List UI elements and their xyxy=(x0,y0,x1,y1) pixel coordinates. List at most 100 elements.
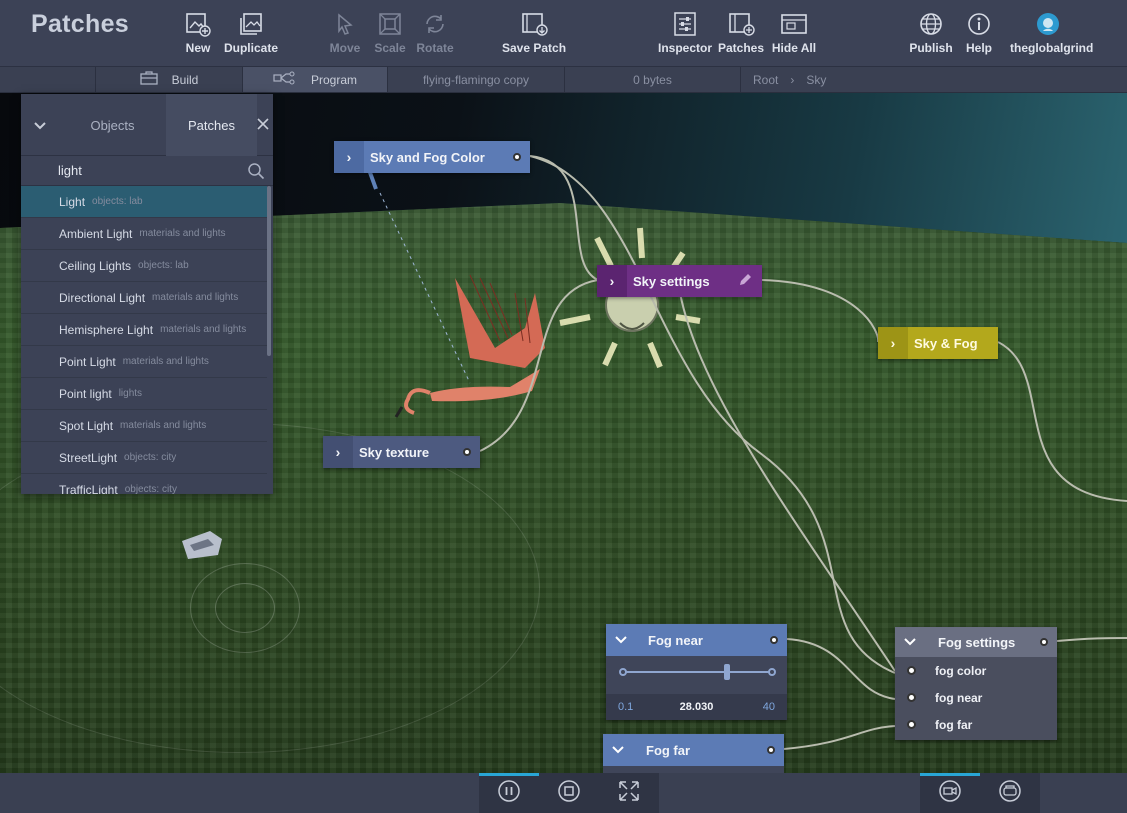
project-size: 0 bytes xyxy=(564,67,740,92)
output-port[interactable] xyxy=(1040,638,1048,646)
save-patch-button[interactable]: Save Patch xyxy=(502,10,566,55)
chevron-down-icon[interactable] xyxy=(603,746,633,754)
help-button[interactable]: Help xyxy=(947,10,1011,55)
fullscreen-button[interactable] xyxy=(599,773,659,813)
list-item-category: materials and lights xyxy=(152,292,239,303)
list-item[interactable]: Spot Light materials and lights xyxy=(21,410,267,442)
input-label: fog near xyxy=(935,690,983,705)
input-port[interactable] xyxy=(907,666,916,675)
list-item-category: materials and lights xyxy=(122,356,209,367)
node-title: Sky settings xyxy=(633,273,710,289)
tab-build-label: Build xyxy=(171,72,199,87)
list-item[interactable]: TrafficLight objects: city xyxy=(21,474,267,495)
tab-objects[interactable]: Objects xyxy=(59,94,166,156)
hide-all-icon xyxy=(762,10,826,38)
tab-build[interactable]: Build xyxy=(95,67,242,92)
list-item-name: Point Light xyxy=(59,354,116,369)
output-port[interactable] xyxy=(513,153,521,161)
tab-patches[interactable]: Patches xyxy=(166,94,257,156)
list-item[interactable]: Point light lights xyxy=(21,378,267,410)
node-fog-far[interactable]: Fog far xyxy=(603,734,784,766)
list-item[interactable]: StreetLight objects: city xyxy=(21,442,267,474)
input-fog-near[interactable]: fog near xyxy=(895,684,1057,711)
camera-view-button[interactable] xyxy=(920,773,980,813)
playback-controls xyxy=(479,773,659,813)
node-sky-settings[interactable]: › Sky settings xyxy=(597,265,762,297)
list-item-category: objects: city xyxy=(124,452,177,463)
output-port[interactable] xyxy=(463,448,471,456)
input-port[interactable] xyxy=(907,720,916,729)
list-item-name: Point light xyxy=(59,386,112,401)
stop-icon xyxy=(557,779,581,808)
breadcrumb-root[interactable]: Root xyxy=(753,73,778,87)
rotate-label: Rotate xyxy=(416,41,454,55)
list-item[interactable]: Ambient Light materials and lights xyxy=(21,218,267,250)
input-fog-color[interactable]: fog color xyxy=(895,657,1057,684)
slider-max-stop xyxy=(768,668,776,676)
help-label: Help xyxy=(965,41,992,55)
slider-max-value: 40 xyxy=(762,701,775,713)
library-panel: Objects Patches Light objects: lab Ambient… xyxy=(21,94,273,494)
list-item-category: materials and lights xyxy=(139,228,226,239)
project-name: flying-flamingo copy xyxy=(387,67,564,92)
pause-icon xyxy=(497,779,521,808)
node-sky-texture[interactable]: › Sky texture xyxy=(323,436,480,468)
chevron-down-icon xyxy=(34,118,46,133)
chevron-right-icon[interactable]: › xyxy=(323,436,353,468)
pause-button[interactable] xyxy=(479,773,539,813)
avatar xyxy=(1010,10,1086,38)
list-item-category: objects: lab xyxy=(92,196,143,207)
list-item-name: TrafficLight xyxy=(59,482,118,495)
list-item-category: objects: city xyxy=(124,484,177,494)
chevron-right-icon[interactable]: › xyxy=(334,141,364,173)
slider-current-value[interactable]: 28.030 xyxy=(606,701,787,713)
hide-all-button[interactable]: Hide All xyxy=(762,10,826,55)
duplicate-icon xyxy=(219,10,283,38)
list-item[interactable]: Ceiling Lights objects: lab xyxy=(21,250,267,282)
input-port[interactable] xyxy=(907,693,916,702)
chevron-right-icon[interactable]: › xyxy=(597,265,627,297)
node-fog-near[interactable]: Fog near 0.1 28.030 40 xyxy=(606,624,787,720)
chevron-down-icon[interactable] xyxy=(606,636,636,644)
inspector-button[interactable]: Inspector xyxy=(653,10,717,55)
rotate-icon xyxy=(403,10,467,38)
fog-near-slider-handle[interactable] xyxy=(724,664,730,680)
pencil-icon[interactable] xyxy=(738,273,752,290)
list-item[interactable]: Directional Light materials and lights xyxy=(21,282,267,314)
rotate-button[interactable]: Rotate xyxy=(403,10,467,55)
expand-icon xyxy=(617,779,641,808)
inspector-label: Inspector xyxy=(657,41,712,55)
chevron-right-icon[interactable]: › xyxy=(878,327,908,359)
fog-near-slider-track[interactable] xyxy=(622,671,772,673)
close-panel-button[interactable] xyxy=(257,94,273,156)
input-fog-far[interactable]: fog far xyxy=(895,711,1057,738)
close-icon xyxy=(257,117,269,133)
list-scrollbar[interactable] xyxy=(267,186,271,356)
save-patch-icon xyxy=(502,10,566,38)
list-item[interactable]: Point Light materials and lights xyxy=(21,346,267,378)
duplicate-button[interactable]: Duplicate xyxy=(219,10,283,55)
node-sky-and-fog[interactable]: › Sky & Fog xyxy=(878,327,998,359)
list-item[interactable]: Hemisphere Light materials and lights xyxy=(21,314,267,346)
list-item-name: Hemisphere Light xyxy=(59,322,154,337)
list-item-name: Directional Light xyxy=(59,290,146,305)
list-item[interactable]: Light objects: lab xyxy=(21,186,267,218)
input-label: fog color xyxy=(935,663,987,678)
node-fog-settings[interactable]: Fog settings fog color fog near fog far xyxy=(895,627,1057,740)
search-icon[interactable] xyxy=(247,162,265,185)
node-title: Sky texture xyxy=(359,444,430,460)
node-sky-and-fog-color[interactable]: › Sky and Fog Color xyxy=(334,141,530,173)
tab-program[interactable]: Program xyxy=(242,67,387,92)
breadcrumb-current: Sky xyxy=(806,72,827,87)
collapse-panel-button[interactable] xyxy=(21,94,59,156)
output-port[interactable] xyxy=(770,636,778,644)
chevron-down-icon[interactable] xyxy=(895,638,925,646)
output-port[interactable] xyxy=(767,746,775,754)
breadcrumb: Root › Sky xyxy=(740,67,836,92)
patch-search-input[interactable] xyxy=(58,163,238,178)
slider-min-stop xyxy=(619,668,627,676)
vr-view-button[interactable] xyxy=(980,773,1040,813)
stop-button[interactable] xyxy=(539,773,599,813)
user-account-button[interactable]: theglobalgrind xyxy=(1010,10,1093,55)
list-item-name: Ambient Light xyxy=(59,226,133,241)
